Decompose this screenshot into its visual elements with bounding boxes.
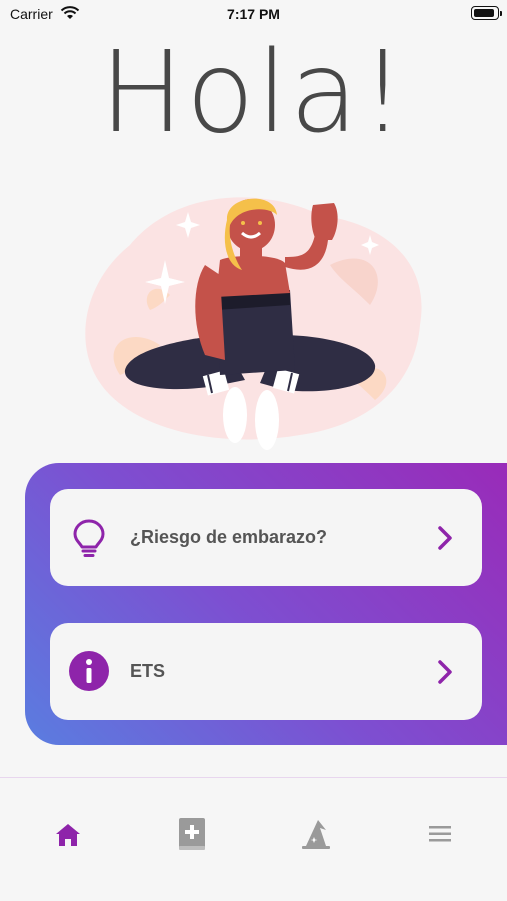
info-icon <box>69 651 109 691</box>
status-bar: Carrier 7:17 PM <box>0 0 507 30</box>
nav-medical-book[interactable] <box>172 816 212 852</box>
chevron-right-icon <box>438 526 452 550</box>
home-icon <box>56 824 80 846</box>
nav-wizard[interactable] <box>296 816 336 852</box>
greeting-title: Hola! <box>99 28 408 158</box>
hamburger-menu-icon <box>429 826 451 842</box>
wizard-hat-icon <box>302 820 330 849</box>
nav-home[interactable] <box>48 816 88 852</box>
sti-label: ETS <box>130 661 166 681</box>
medical-book-icon <box>179 818 205 850</box>
pregnancy-risk-card[interactable]: ¿Riesgo de embarazo? <box>50 489 482 586</box>
battery-icon <box>471 6 502 20</box>
nav-menu[interactable] <box>420 816 460 852</box>
waving-woman-illustration <box>85 197 422 450</box>
bottom-navigation <box>0 777 507 901</box>
clock: 7:17 PM <box>227 6 280 22</box>
sti-info-card[interactable]: ETS <box>50 623 482 720</box>
lightbulb-icon <box>73 519 105 557</box>
chevron-right-icon <box>438 660 452 684</box>
pregnancy-risk-label: ¿Riesgo de embarazo? <box>130 527 328 547</box>
